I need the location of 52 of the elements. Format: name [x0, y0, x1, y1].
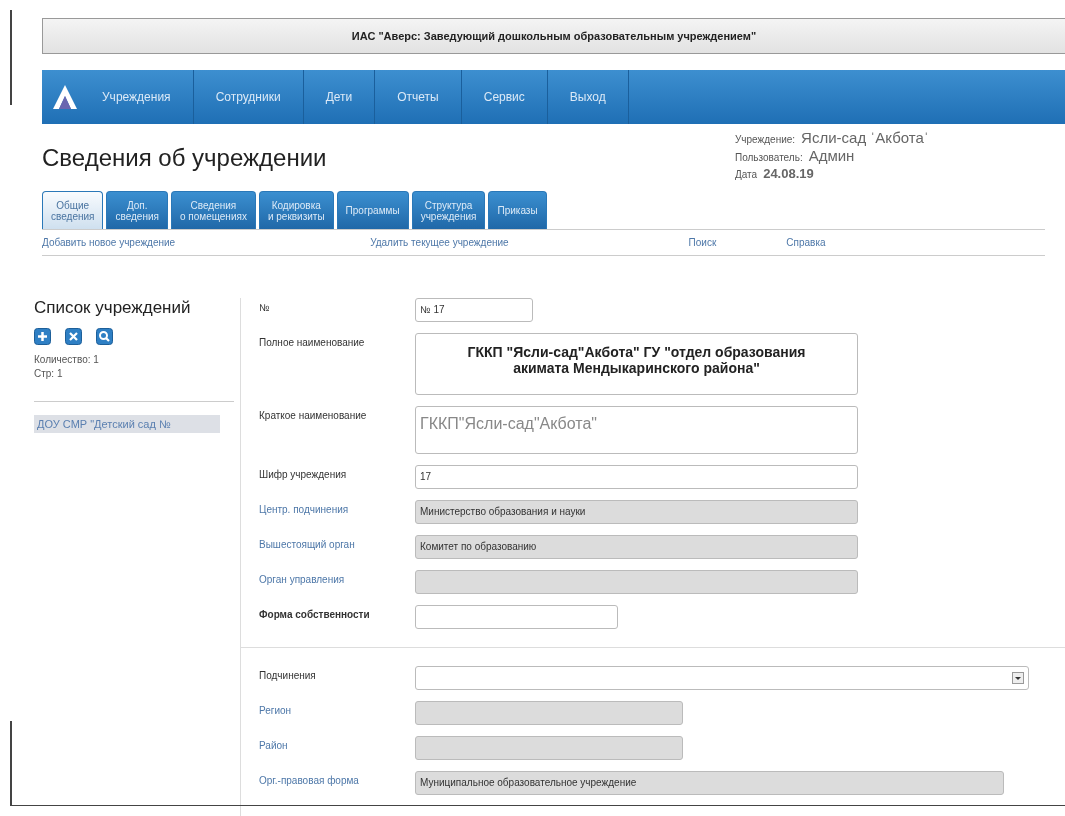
- info-label: Пользователь:: [735, 151, 803, 165]
- field-label: Форма собственности: [259, 608, 371, 620]
- info-label: Учреждение:: [735, 133, 796, 147]
- nav-item[interactable]: Сотрудники: [193, 70, 304, 124]
- field-label: №: [259, 301, 271, 313]
- close-icon[interactable]: [65, 328, 82, 345]
- field-link[interactable]: Центр. подчинения: [259, 500, 415, 515]
- tab[interactable]: Общие сведения: [42, 191, 104, 229]
- readonly-field: Комитет по образованию: [415, 535, 858, 559]
- info-value: 24.08.19: [763, 166, 814, 182]
- tab[interactable]: Программы: [336, 191, 409, 229]
- action-link[interactable]: Удалить текущее учреждение: [370, 237, 509, 248]
- input-field[interactable]: 17: [415, 465, 858, 489]
- info-value: Ясли-сад ˈАкботаˈ: [801, 130, 929, 146]
- input-field[interactable]: № 17: [415, 298, 533, 322]
- list-item[interactable]: ДОУ СМР "Детский сад №: [34, 415, 220, 433]
- field-link[interactable]: Орг.-правовая форма: [259, 771, 415, 786]
- field-label: Краткое наименование: [259, 409, 368, 421]
- field-label: Подчинения: [259, 669, 317, 681]
- tab[interactable]: Приказы: [488, 191, 547, 229]
- field-link[interactable]: Орган управления: [259, 570, 415, 585]
- field-link[interactable]: Вышестоящий орган: [259, 535, 415, 550]
- info-value: Админ: [808, 148, 855, 164]
- field-label: Полное наименование: [259, 336, 366, 348]
- page-text: Стр: 1: [34, 367, 64, 381]
- nav-item[interactable]: Учреждения: [80, 70, 194, 124]
- input-field[interactable]: [415, 605, 618, 629]
- nav-item[interactable]: Выход: [547, 70, 629, 124]
- sidebar-title: Список учреждений: [34, 298, 192, 318]
- action-link[interactable]: Добавить новое учреждение: [42, 237, 176, 248]
- count-text: Количество: 1: [34, 353, 100, 367]
- field-label: Шифр учреждения: [259, 468, 348, 480]
- text-area[interactable]: ГККП "Ясли-сад"Акбота" ГУ "отдел образования акимата Мендыкаринского района": [415, 333, 858, 395]
- readonly-field: Министерство образования и науки: [415, 500, 858, 524]
- field-link[interactable]: Район: [259, 736, 415, 751]
- action-link[interactable]: Поиск: [688, 237, 717, 248]
- nav-item[interactable]: Дети: [303, 70, 376, 124]
- page-title: Сведения об учреждении: [42, 144, 327, 173]
- readonly-field: Муниципальное образовательное учреждение: [415, 771, 1004, 795]
- action-link[interactable]: Справка: [786, 237, 826, 248]
- field-link[interactable]: Регион: [259, 701, 415, 716]
- search-icon[interactable]: [96, 328, 113, 345]
- text-area[interactable]: ГККП"Ясли-сад"Акбота": [415, 406, 858, 454]
- tab[interactable]: Кодировка и реквизиты: [258, 191, 334, 229]
- window-title: ИАС "Аверс: Заведующий дошкольным образовательным учреждением": [351, 30, 757, 42]
- info-label: Дата: [735, 168, 758, 182]
- tab[interactable]: Доп. сведения: [106, 191, 168, 229]
- add-icon[interactable]: [34, 328, 51, 345]
- tab[interactable]: Сведения о помещениях: [170, 191, 256, 229]
- tab[interactable]: Структура учреждения: [411, 191, 486, 229]
- nav-item[interactable]: Отчеты: [375, 70, 462, 124]
- nav-item[interactable]: Сервис: [461, 70, 548, 124]
